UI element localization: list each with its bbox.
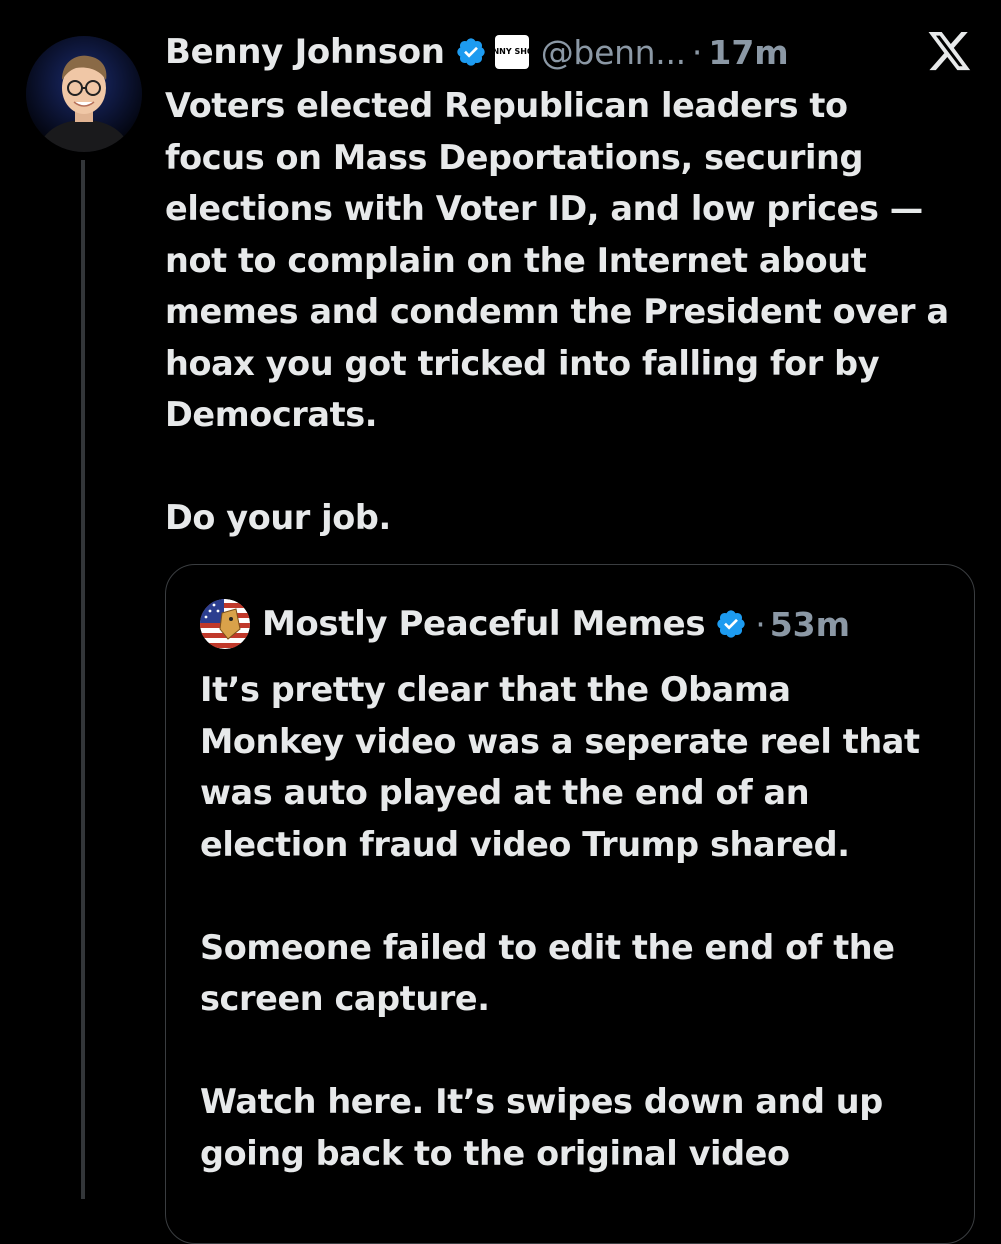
quoted-header-separator: · xyxy=(755,604,766,644)
affiliate-badge-label: BENNY SHOW xyxy=(494,47,529,56)
tweet-text: Voters elected Republican leaders to foc… xyxy=(165,86,949,537)
author-handle[interactable]: @benn... xyxy=(541,33,686,72)
verified-badge-icon xyxy=(455,36,487,68)
verified-badge-icon xyxy=(715,608,747,640)
quoted-author-avatar[interactable] xyxy=(200,599,250,649)
author-display-name[interactable]: Benny Johnson xyxy=(165,32,445,72)
affiliate-badge-icon[interactable]: BENNY SHOW xyxy=(494,35,529,69)
quoted-tweet-header: Mostly Peaceful Memes · 53m xyxy=(200,599,850,649)
tweet-header: Benny Johnson BENNY SHOW @benn... · 17m xyxy=(165,30,789,74)
x-logo-icon xyxy=(928,32,972,72)
quoted-tweet-text: It’s pretty clear that the Obama Monkey … xyxy=(200,670,920,1173)
header-separator: · xyxy=(691,32,703,72)
quoted-author-display-name[interactable]: Mostly Peaceful Memes xyxy=(262,604,706,644)
tweet[interactable]: Benny Johnson BENNY SHOW @benn... · 17m … xyxy=(0,0,1001,1244)
quoted-tweet-timestamp[interactable]: 53m xyxy=(770,605,850,644)
tweet-timestamp[interactable]: 17m xyxy=(708,33,788,72)
author-avatar[interactable] xyxy=(26,36,142,152)
thread-line xyxy=(81,160,85,1199)
